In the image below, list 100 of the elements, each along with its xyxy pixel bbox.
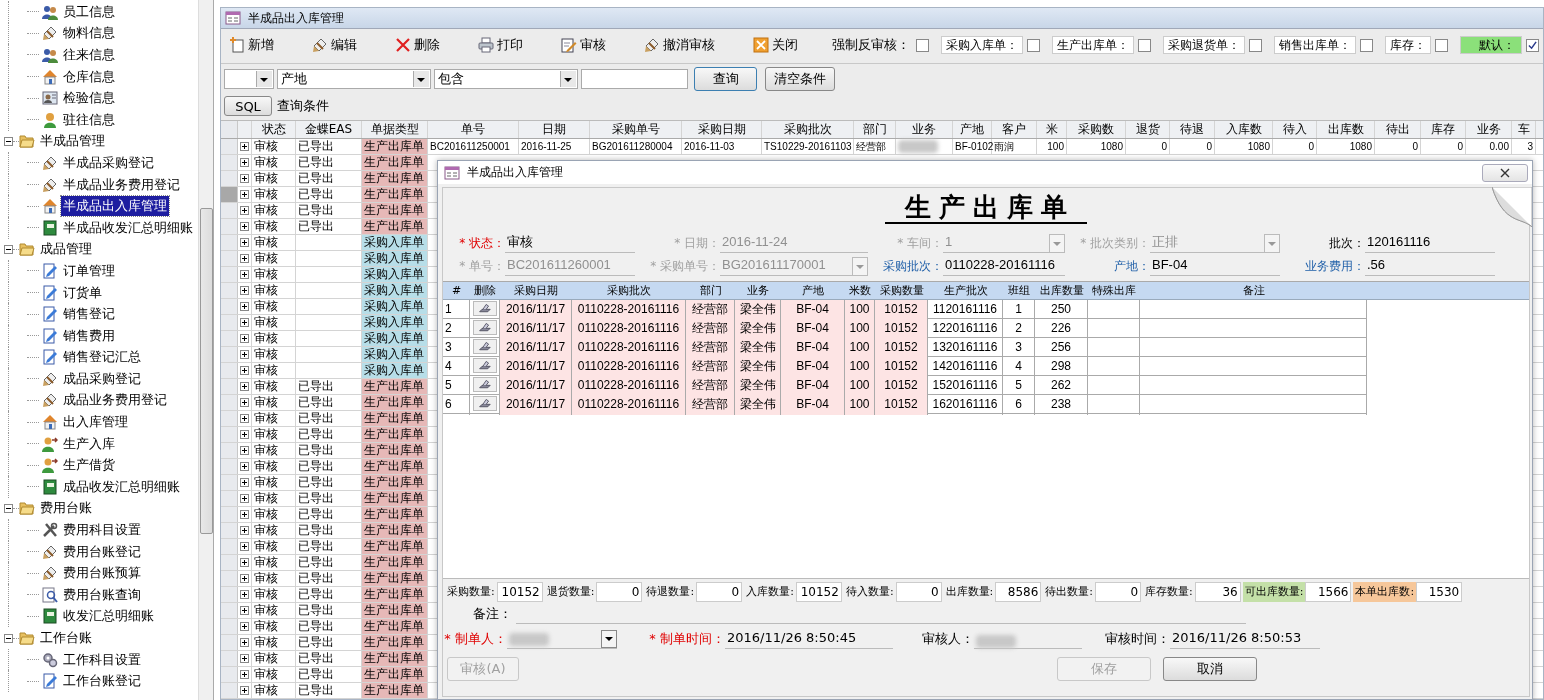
delete-row-button[interactable] <box>472 320 497 335</box>
column-header[interactable]: 待出 <box>1375 121 1421 138</box>
collapse-icon[interactable] <box>4 136 13 146</box>
expand-icon[interactable] <box>240 366 249 375</box>
expand-icon[interactable] <box>240 494 249 503</box>
expand-icon[interactable] <box>240 318 249 327</box>
operator-dropdown[interactable]: 包含 <box>434 69 578 89</box>
expand-icon[interactable] <box>240 606 249 615</box>
expand-icon[interactable] <box>240 254 249 263</box>
column-header[interactable]: 客户 <box>992 121 1037 138</box>
column-header[interactable]: 采购日期 <box>682 121 762 138</box>
column-header[interactable]: 部门 <box>854 121 896 138</box>
tree-item[interactable]: 费用台账查询 <box>61 584 143 605</box>
tree-item[interactable]: 半成品出入库管理 <box>61 196 169 217</box>
collapse-icon[interactable] <box>4 244 13 254</box>
column-header[interactable]: 库存 <box>1421 121 1466 138</box>
tree-item[interactable]: 工作台账登记 <box>61 671 143 692</box>
tree-item[interactable]: 销售登记汇总 <box>61 347 143 368</box>
tree-item[interactable]: 半成品采购登记 <box>61 152 156 173</box>
tree-item[interactable]: 费用台账登记 <box>61 541 143 562</box>
tree-item[interactable]: 订单管理 <box>61 260 117 281</box>
expand-icon[interactable] <box>240 158 249 167</box>
expand-icon[interactable] <box>240 206 249 215</box>
expand-icon[interactable] <box>240 414 249 423</box>
tree-item[interactable]: 生产借货 <box>61 455 117 476</box>
column-header[interactable]: 单据类型 <box>362 121 428 138</box>
column-header[interactable]: 退货 <box>1126 121 1170 138</box>
column-header[interactable]: 日期 <box>519 121 590 138</box>
tree-group-label[interactable]: 成品管理 <box>38 239 94 260</box>
tree-item[interactable]: 成品采购登记 <box>61 368 143 389</box>
expand-icon[interactable] <box>240 622 249 631</box>
expand-icon[interactable] <box>240 382 249 391</box>
tree-item[interactable]: 成品业务费用登记 <box>61 390 169 411</box>
tree-item[interactable]: 半成品收发汇总明细账 <box>61 217 195 238</box>
toolbar-button[interactable]: 新增 <box>225 34 278 56</box>
expand-icon[interactable] <box>240 430 249 439</box>
close-button[interactable] <box>1482 163 1528 182</box>
column-header[interactable]: 采购数 <box>1067 121 1126 138</box>
tree-item[interactable]: 半成品业务费用登记 <box>61 174 182 195</box>
expand-icon[interactable] <box>240 542 249 551</box>
tree-group-label[interactable]: 半成品管理 <box>38 131 107 152</box>
checkbox[interactable] <box>1360 38 1373 52</box>
delete-row-button[interactable] <box>472 301 497 316</box>
column-header[interactable]: 米 <box>1037 121 1067 138</box>
field-value[interactable]: .56 <box>1365 255 1495 276</box>
checkbox[interactable] <box>1526 38 1539 52</box>
tree-item[interactable]: 仓库信息 <box>61 66 117 87</box>
expand-icon[interactable] <box>240 238 249 247</box>
toolbar-button[interactable]: 关闭 <box>749 34 802 56</box>
expand-icon[interactable] <box>240 686 249 695</box>
column-header[interactable]: 采购单号 <box>590 121 682 138</box>
collapse-icon[interactable] <box>4 503 13 513</box>
tree-item[interactable]: 检验信息 <box>61 88 117 109</box>
scrollbar[interactable] <box>198 0 213 700</box>
column-header[interactable]: 采购批次 <box>762 121 854 138</box>
toolbar-button[interactable]: 撤消审核 <box>640 34 719 56</box>
expand-icon[interactable] <box>240 174 249 183</box>
checkbox[interactable] <box>1027 38 1040 52</box>
expand-icon[interactable] <box>240 270 249 279</box>
checkbox[interactable] <box>916 38 929 52</box>
field-value[interactable]: BF-04 <box>1150 255 1280 276</box>
delete-row-button[interactable] <box>472 377 497 392</box>
tree-item[interactable]: 销售费用 <box>61 325 117 346</box>
tree-item[interactable]: 工作科目设置 <box>61 649 143 670</box>
expand-icon[interactable] <box>240 462 249 471</box>
column-header[interactable]: 车 <box>1512 121 1536 138</box>
expand-icon[interactable] <box>240 670 249 679</box>
expand-icon[interactable] <box>240 654 249 663</box>
column-header[interactable]: 产地 <box>953 121 992 138</box>
checkbox[interactable] <box>1138 38 1151 52</box>
tree-item[interactable]: 往来信息 <box>61 45 117 65</box>
sql-button[interactable]: SQL <box>224 96 272 116</box>
expand-icon[interactable] <box>240 286 249 295</box>
tree-item[interactable]: 员工信息 <box>61 1 117 22</box>
checkbox[interactable] <box>1249 38 1262 52</box>
field-dropdown[interactable]: 产地 <box>277 69 431 89</box>
tree-item[interactable]: 成品收发汇总明细账 <box>61 476 182 497</box>
field-value[interactable]: 2016/11/26 8:50:45 <box>725 628 893 649</box>
checkbox[interactable] <box>1435 38 1448 52</box>
expand-icon[interactable] <box>240 398 249 407</box>
dialog-button[interactable]: 取消 <box>1163 657 1257 681</box>
tree-item[interactable]: 费用科目设置 <box>61 520 143 541</box>
toolbar-button[interactable]: 删除 <box>391 34 444 56</box>
dropdown-button[interactable] <box>601 630 617 648</box>
tree-item[interactable]: 生产入库 <box>61 433 117 454</box>
toolbar-button[interactable]: 审核 <box>557 34 610 56</box>
expand-icon[interactable] <box>240 638 249 647</box>
field-value[interactable]: 120161116 <box>1365 232 1495 253</box>
column-header[interactable]: 金蝶EAS <box>296 121 362 138</box>
clear-button[interactable]: 清空条件 <box>765 67 835 91</box>
expand-icon[interactable] <box>240 350 249 359</box>
column-header[interactable]: 出库数 <box>1317 121 1375 138</box>
column-header[interactable]: 待入 <box>1273 121 1317 138</box>
tree-item[interactable]: 订货单 <box>61 282 104 303</box>
expand-icon[interactable] <box>240 190 249 199</box>
expand-icon[interactable] <box>240 222 249 231</box>
query-button[interactable]: 查询 <box>694 67 757 91</box>
column-dropdown[interactable] <box>224 69 274 89</box>
expand-icon[interactable] <box>240 446 249 455</box>
column-header[interactable]: 业务 <box>1466 121 1512 138</box>
